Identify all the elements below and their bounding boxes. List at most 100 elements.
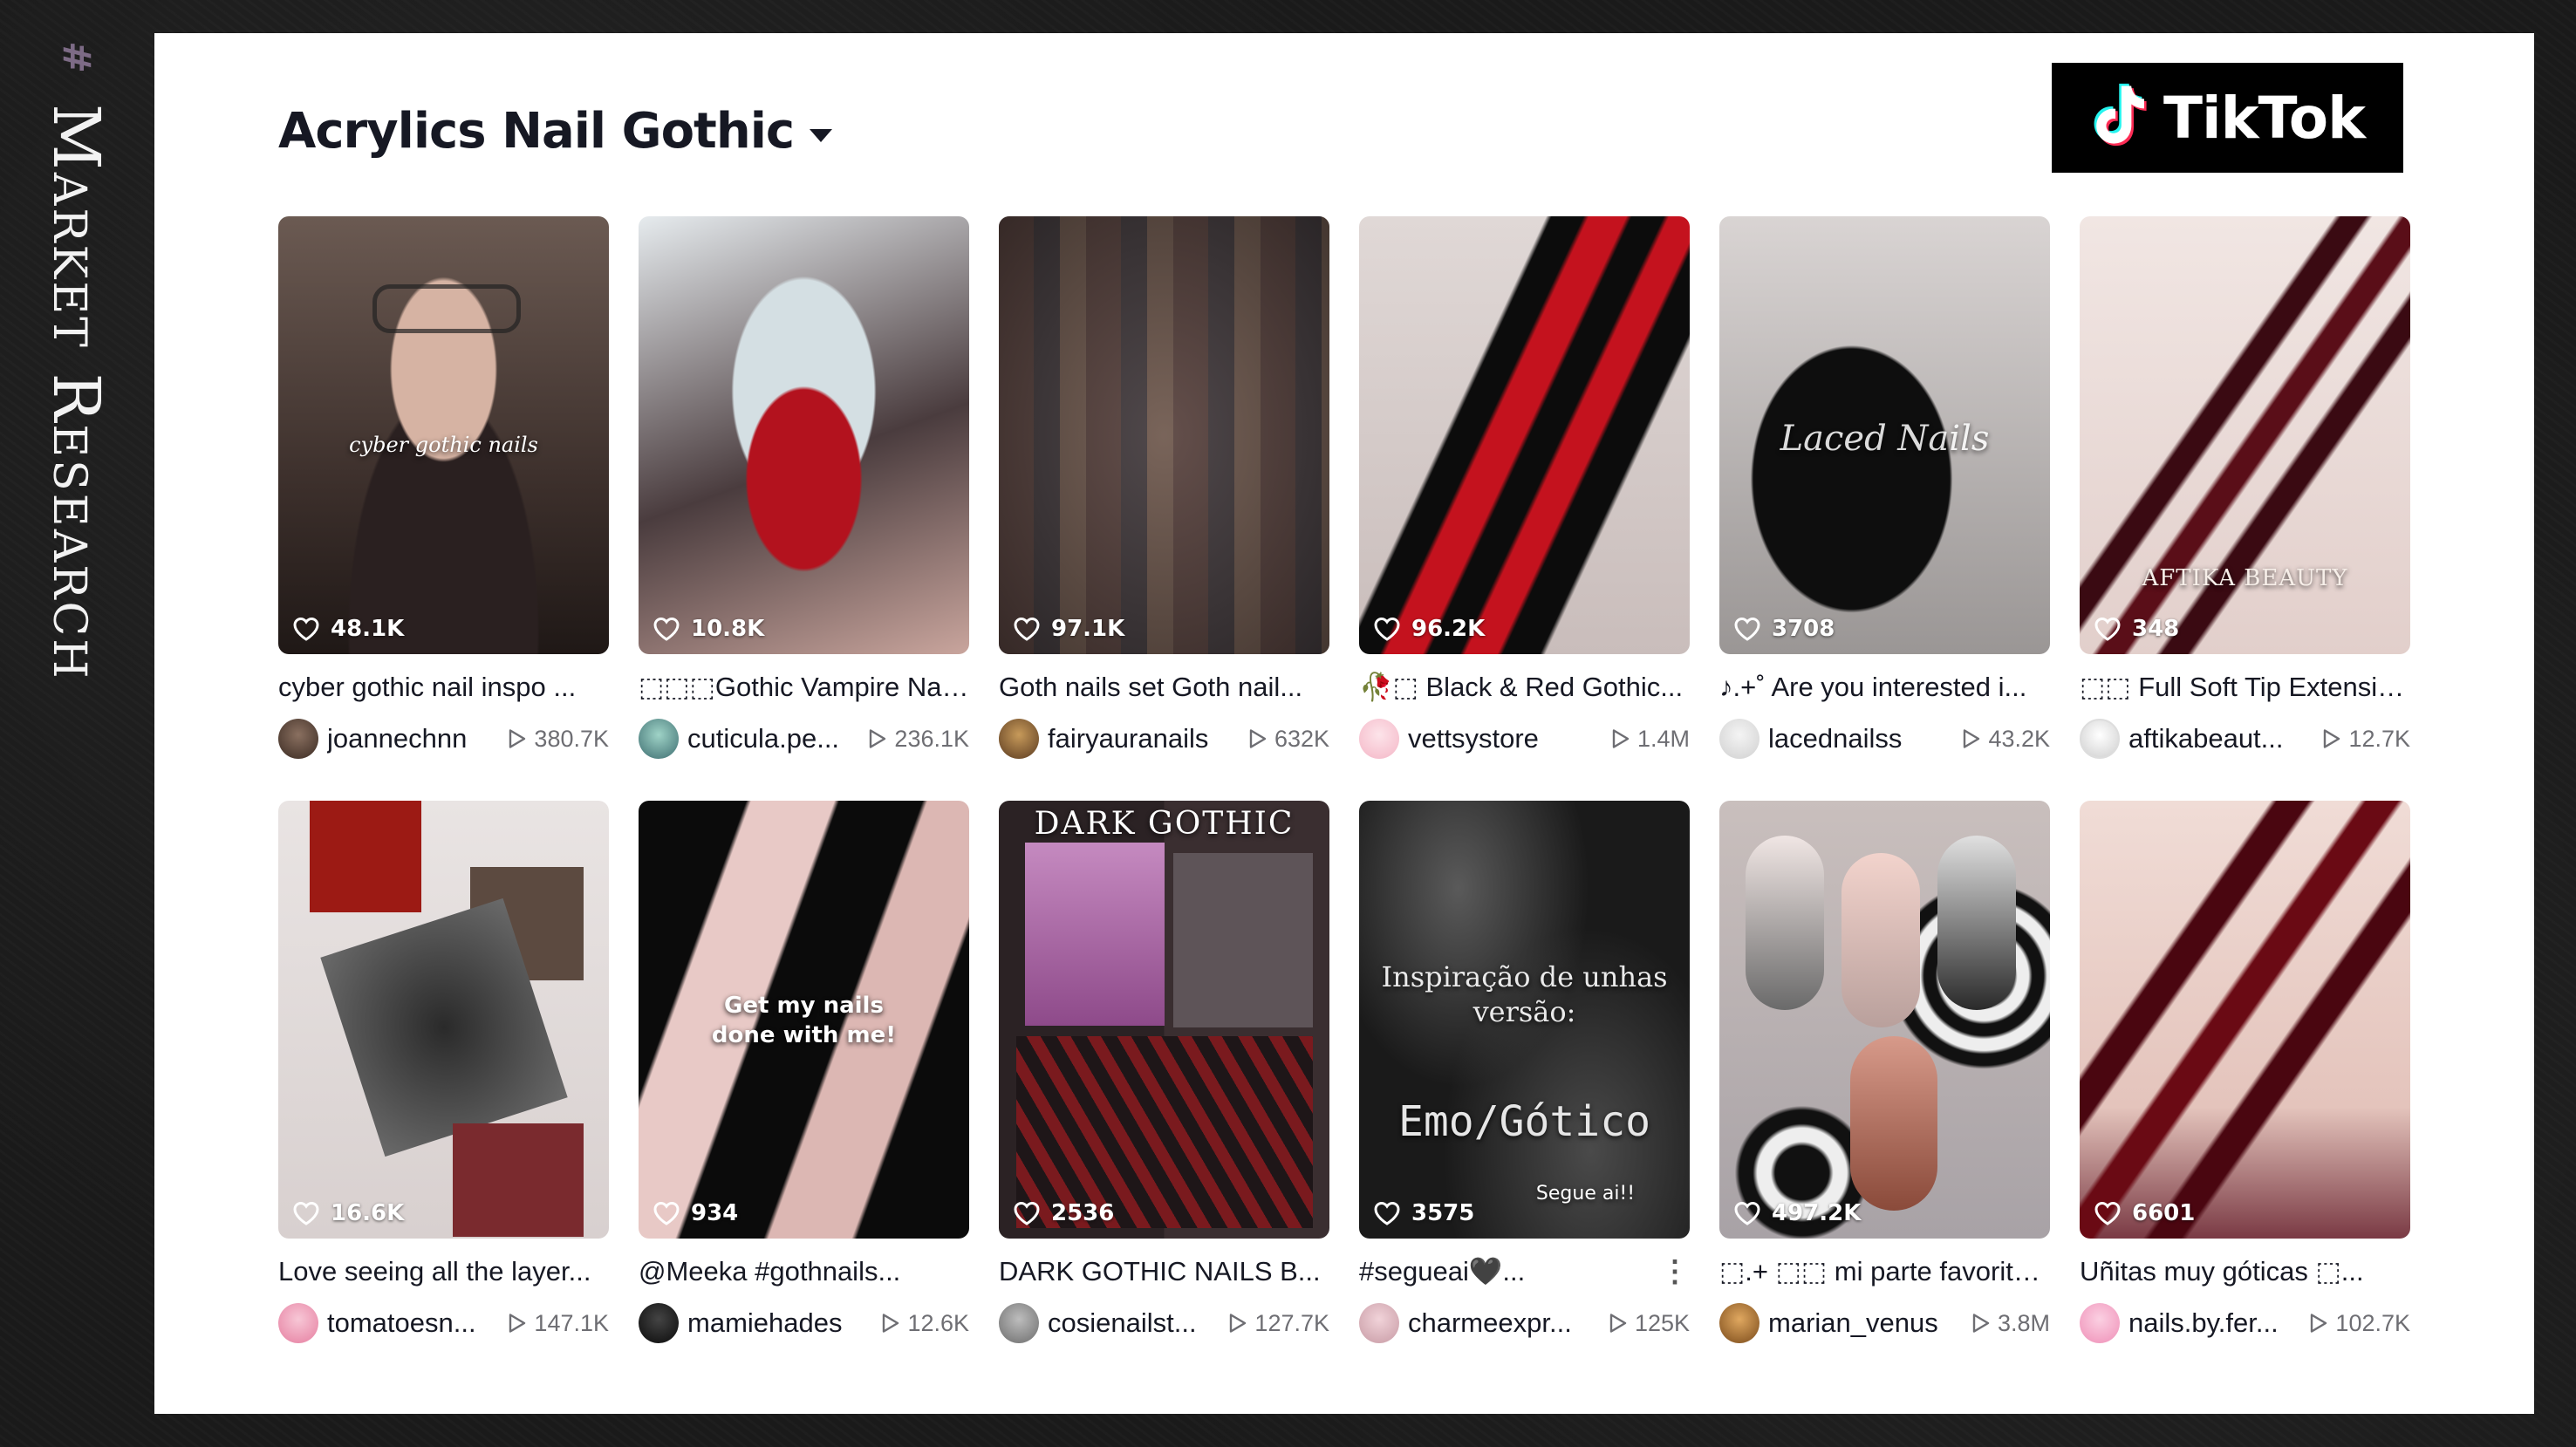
avatar[interactable] (639, 1303, 679, 1343)
tiktok-logo: TikTok (2052, 63, 2403, 173)
like-count-value: 3575 (1411, 1200, 1475, 1226)
side-title: Market Research (38, 104, 113, 681)
video-card[interactable]: DARK GOTHIC 2536 DARK GOTHIC NAILS B... … (999, 801, 1329, 1343)
thumbnail-overlay-text: Get my nails done with me! (711, 993, 897, 1048)
video-caption[interactable]: cyber gothic nail inspo ... (278, 670, 609, 705)
username[interactable]: fairyauranails (1048, 723, 1238, 754)
play-outline-icon (1964, 729, 1980, 748)
video-meta: fairyauranails 632K (999, 719, 1329, 759)
video-card[interactable]: 10.8K ⬚⬚⬚Gothic Vampire Nail... cuticula… (639, 216, 969, 759)
video-card[interactable]: Laced Nails 3708 ♪.+˚ Are you interested… (1719, 216, 2050, 759)
username[interactable]: vettsystore (1408, 723, 1601, 754)
username[interactable]: marian_venus (1768, 1307, 1961, 1339)
play-outline-icon (509, 1314, 526, 1333)
avatar[interactable] (1359, 1303, 1399, 1343)
video-thumbnail[interactable]: 96.2K (1359, 216, 1690, 654)
avatar[interactable] (278, 1303, 318, 1343)
play-outline-icon (1972, 1314, 1990, 1333)
like-count: 48.1K (292, 616, 404, 642)
heart-outline-icon (293, 1201, 319, 1225)
thumbnail-overlay-title: Emo/Gótico (1398, 1097, 1650, 1146)
video-thumbnail[interactable]: DARK GOTHIC 2536 (999, 801, 1329, 1239)
avatar[interactable] (999, 1303, 1039, 1343)
heart-outline-icon (293, 617, 319, 641)
video-card[interactable]: Inspiração de unhas versão: Emo/Gótico S… (1359, 801, 1690, 1343)
avatar[interactable] (1359, 719, 1399, 759)
video-card[interactable]: 497.2K ⬚.+ ⬚⬚ mi parte favorita... maria… (1719, 801, 2050, 1343)
video-thumbnail[interactable]: 6601 (2080, 801, 2410, 1239)
video-card[interactable]: 96.2K 🥀⬚ Black & Red Gothic... vettsysto… (1359, 216, 1690, 759)
username[interactable]: charmeexpr... (1408, 1307, 1598, 1339)
video-caption[interactable]: ⬚⬚⬚Gothic Vampire Nail... (639, 670, 969, 705)
view-count-value: 43.2K (1988, 725, 2050, 752)
play-outline-icon (1612, 729, 1630, 748)
avatar[interactable] (2080, 719, 2120, 759)
like-count: 97.1K (1013, 616, 1124, 642)
video-card[interactable]: 6601 Uñitas muy góticas ⬚... nails.by.fe… (2080, 801, 2410, 1343)
video-thumbnail[interactable]: AFTIKA BEAUTY 348 (2080, 216, 2410, 654)
video-caption[interactable]: ⬚.+ ⬚⬚ mi parte favorita... (1719, 1254, 2050, 1289)
tiktok-search-panel: Acrylics Nail Gothic TikTok cyber gothic… (154, 33, 2534, 1414)
username[interactable]: aftikabeaut... (2128, 723, 2312, 754)
view-count: 380.7K (508, 726, 609, 753)
video-caption[interactable]: Goth nails set Goth nail... (999, 670, 1329, 705)
video-thumbnail[interactable]: 16.6K (278, 801, 609, 1239)
avatar[interactable] (278, 719, 318, 759)
like-count: 2536 (1013, 1200, 1114, 1226)
video-meta: nails.by.fer... 102.7K (2080, 1303, 2410, 1343)
like-count-value: 97.1K (1051, 616, 1125, 642)
username[interactable]: nails.by.fer... (2128, 1307, 2299, 1339)
video-card[interactable]: 97.1K Goth nails set Goth nail... fairya… (999, 216, 1329, 759)
video-thumbnail[interactable]: Inspiração de unhas versão: Emo/Gótico S… (1359, 801, 1690, 1239)
view-count: 127.7K (1228, 1310, 1329, 1337)
view-count-value: 147.1K (534, 1309, 609, 1336)
video-caption[interactable]: @Meeka #gothnails... (639, 1254, 969, 1289)
video-caption[interactable]: #segueai🖤... ⋮ (1359, 1254, 1690, 1289)
heart-outline-icon (653, 1201, 680, 1225)
video-card[interactable]: 16.6K Love seeing all the layer... tomat… (278, 801, 609, 1343)
username[interactable]: mamiehades (687, 1307, 871, 1339)
more-vertical-icon[interactable]: ⋮ (1660, 1254, 1690, 1289)
username[interactable]: tomatoesn... (327, 1307, 497, 1339)
side-hash: # (53, 41, 99, 73)
video-card[interactable]: AFTIKA BEAUTY 348 ⬚⬚ Full Soft Tip Exten… (2080, 216, 2410, 759)
video-thumbnail[interactable]: cyber gothic nails 48.1K (278, 216, 609, 654)
avatar[interactable] (1719, 1303, 1759, 1343)
heart-outline-icon (1014, 1201, 1040, 1225)
video-meta: mamiehades 12.6K (639, 1303, 969, 1343)
view-count-value: 12.6K (907, 1309, 969, 1336)
video-thumbnail[interactable]: 97.1K (999, 216, 1329, 654)
avatar[interactable] (639, 719, 679, 759)
username[interactable]: cosienailst... (1048, 1307, 1218, 1339)
avatar[interactable] (2080, 1303, 2120, 1343)
view-count: 125K (1609, 1310, 1690, 1337)
heart-outline-icon (1374, 617, 1400, 641)
video-thumbnail[interactable]: 10.8K (639, 216, 969, 654)
video-caption-text: #segueai🖤... (1359, 1256, 1526, 1287)
video-caption[interactable]: Love seeing all the layer... (278, 1254, 609, 1289)
play-outline-icon (509, 729, 526, 748)
video-card[interactable]: Get my nails done with me! 934 @Meeka #g… (639, 801, 969, 1343)
like-count: 3708 (1733, 616, 1835, 642)
like-count: 16.6K (292, 1200, 404, 1226)
video-thumbnail[interactable]: Get my nails done with me! 934 (639, 801, 969, 1239)
video-card[interactable]: cyber gothic nails 48.1K cyber gothic na… (278, 216, 609, 759)
video-thumbnail[interactable]: 497.2K (1719, 801, 2050, 1239)
play-outline-icon (1230, 1314, 1247, 1333)
username[interactable]: cuticula.pe... (687, 723, 858, 754)
video-caption[interactable]: ⬚⬚ Full Soft Tip Extensio... (2080, 670, 2410, 705)
video-caption[interactable]: Uñitas muy góticas ⬚... (2080, 1254, 2410, 1289)
video-meta: joannechnn 380.7K (278, 719, 609, 759)
avatar[interactable] (1719, 719, 1759, 759)
like-count-value: 10.8K (691, 616, 765, 642)
avatar[interactable] (999, 719, 1039, 759)
video-caption[interactable]: ♪.+˚ Are you interested i... (1719, 670, 2050, 705)
video-meta: vettsystore 1.4M (1359, 719, 1690, 759)
video-caption[interactable]: DARK GOTHIC NAILS B... (999, 1254, 1329, 1289)
username[interactable]: joannechnn (327, 723, 497, 754)
search-title-dropdown[interactable]: Acrylics Nail Gothic (278, 103, 833, 160)
video-caption[interactable]: 🥀⬚ Black & Red Gothic... (1359, 670, 1690, 705)
username[interactable]: lacednailss (1768, 723, 1951, 754)
video-thumbnail[interactable]: Laced Nails 3708 (1719, 216, 2050, 654)
heart-outline-icon (1734, 617, 1760, 641)
